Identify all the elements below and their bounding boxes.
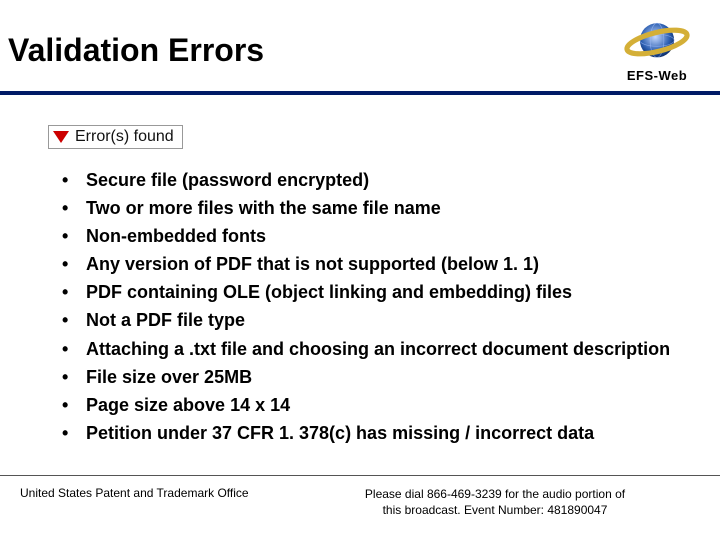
footer-org: United States Patent and Trademark Offic… [20, 486, 290, 518]
footer-dialin: Please dial 866-469-3239 for the audio p… [290, 486, 700, 518]
slide-footer: United States Patent and Trademark Offic… [0, 475, 720, 518]
list-item: Not a PDF file type [56, 307, 672, 333]
slide-header: Validation Errors EFS-Web [0, 0, 720, 95]
list-item: File size over 25MB [56, 364, 672, 390]
slide-content: Error(s) found Secure file (password enc… [0, 95, 720, 446]
footer-dial-line2: this broadcast. Event Number: 481890047 [383, 503, 608, 517]
errors-found-badge: Error(s) found [48, 125, 183, 149]
list-item: PDF containing OLE (object linking and e… [56, 279, 672, 305]
error-triangle-icon [53, 131, 69, 143]
list-item: Secure file (password encrypted) [56, 167, 672, 193]
list-item: Two or more files with the same file nam… [56, 195, 672, 221]
error-badge-label: Error(s) found [75, 128, 174, 146]
logo-label: EFS-Web [627, 68, 687, 83]
list-item: Petition under 37 CFR 1. 378(c) has miss… [56, 420, 672, 446]
efs-web-logo: EFS-Web [602, 18, 712, 83]
list-item: Non-embedded fonts [56, 223, 672, 249]
footer-dial-line1: Please dial 866-469-3239 for the audio p… [365, 487, 625, 501]
list-item: Any version of PDF that is not supported… [56, 251, 672, 277]
list-item: Page size above 14 x 14 [56, 392, 672, 418]
page-title: Validation Errors [8, 32, 264, 69]
error-list: Secure file (password encrypted) Two or … [48, 167, 672, 446]
globe-ring-icon [622, 18, 692, 66]
list-item: Attaching a .txt file and choosing an in… [56, 336, 672, 362]
